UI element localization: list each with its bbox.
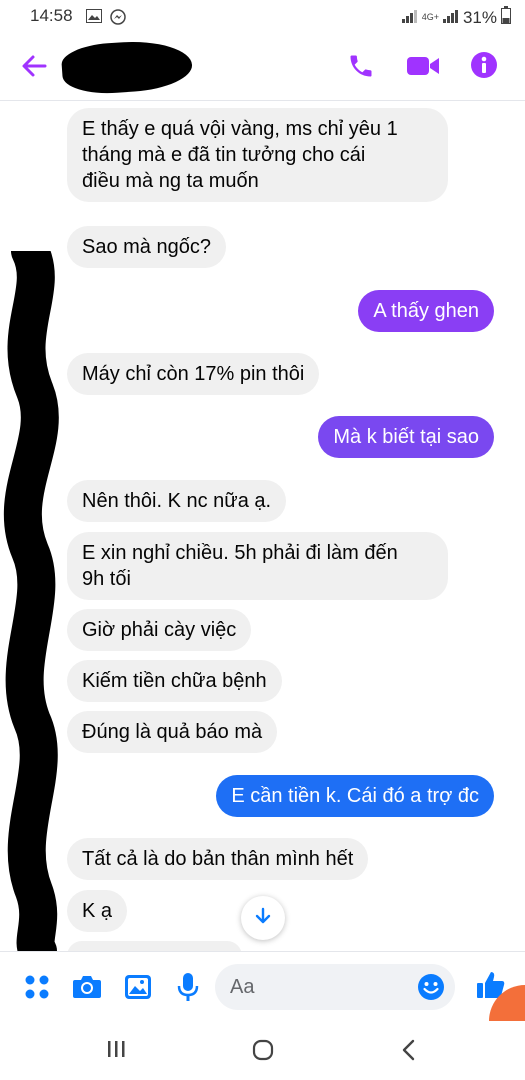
message-bubble-incoming[interactable]: Tất cả là do bản thân mình hết: [67, 838, 369, 880]
message-bubble-incoming[interactable]: K ạ: [67, 890, 128, 932]
message-input[interactable]: Aa: [215, 964, 455, 1010]
battery-icon: [501, 6, 511, 29]
message-bubble-outgoing[interactable]: A thấy ghen: [358, 290, 494, 332]
message-bubble-incoming[interactable]: E xin nghỉ chiều. 5h phải đi làm đến 9h …: [67, 532, 448, 600]
gallery-notification-icon: [86, 9, 102, 28]
message-bubble-incoming[interactable]: Giờ phải cày việc: [67, 609, 252, 651]
message-bubble-incoming[interactable]: Kiếm tiền chữa bệnh: [67, 660, 282, 702]
emoji-icon[interactable]: [417, 973, 445, 1006]
message-input-placeholder: Aa: [230, 976, 255, 998]
network-type: 4G+: [421, 12, 439, 22]
menu-dots-icon[interactable]: [24, 974, 50, 1005]
message-bubble-incoming[interactable]: Đúng là quả báo mà: [67, 711, 278, 753]
conversation-header: [0, 34, 525, 100]
back-arrow-icon[interactable]: [20, 52, 48, 85]
scroll-to-bottom-button[interactable]: [241, 896, 285, 940]
redacted-contact-name: [60, 37, 194, 97]
message-bubble-incoming[interactable]: Máy chỉ còn 17% pin thôi: [67, 353, 320, 395]
message-list[interactable]: E thấy e quá vội vàng, ms chỉ yêu 1 thán…: [0, 101, 525, 951]
system-navigation-bar: [0, 1021, 525, 1080]
message-composer: Aa: [0, 951, 525, 1022]
camera-icon[interactable]: [72, 974, 102, 1005]
message-bubble-outgoing[interactable]: Mà k biết tại sao: [318, 416, 494, 458]
status-right: 4G+ 31%: [401, 6, 511, 29]
recent-apps-icon[interactable]: [106, 1039, 126, 1064]
signal-icon-2: [442, 8, 459, 28]
message-bubble-incoming[interactable]: Nên thôi. K nc nữa ạ.: [67, 480, 287, 522]
message-bubble-incoming[interactable]: Sao mà ngốc?: [67, 226, 226, 268]
redaction-scribble: [3, 251, 59, 951]
message-bubble-partial: [67, 941, 242, 951]
back-icon[interactable]: [400, 1039, 416, 1066]
battery-percent: 31%: [462, 7, 497, 27]
phone-icon[interactable]: [347, 52, 375, 85]
message-bubble-incoming[interactable]: E thấy e quá vội vàng, ms chỉ yêu 1 thán…: [67, 108, 448, 202]
signal-icon: [401, 8, 418, 28]
status-bar: 14:58 4G+ 31%: [0, 0, 525, 34]
messenger-notification-icon: [110, 9, 126, 30]
arrow-down-icon: [254, 907, 272, 930]
info-icon[interactable]: [470, 51, 498, 84]
message-bubble-outgoing[interactable]: E cần tiền k. Cái đó a trợ đc: [216, 775, 494, 817]
home-icon[interactable]: [252, 1039, 274, 1066]
gallery-icon[interactable]: [124, 974, 152, 1005]
video-camera-icon[interactable]: [406, 54, 440, 83]
status-time: 14:58: [30, 6, 73, 25]
microphone-icon[interactable]: [177, 972, 199, 1007]
